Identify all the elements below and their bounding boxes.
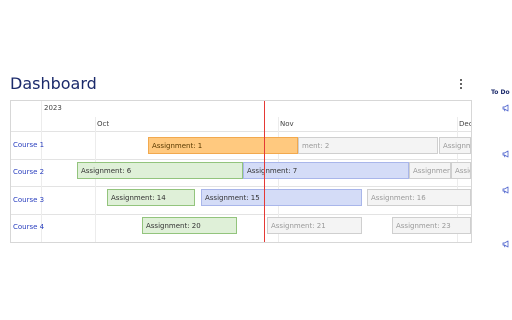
assignment-bar[interactable]: Assignment: 15	[201, 189, 362, 206]
assignment-bar[interactable]: Assignment: 6	[77, 162, 243, 179]
row-label-course-1[interactable]: Course 1	[13, 141, 44, 149]
assignment-bar[interactable]: Assignment: 7	[243, 162, 409, 179]
assignment-bar[interactable]: ment: 2	[298, 137, 438, 154]
assignment-bar[interactable]: Assignm	[439, 137, 471, 154]
month-label-dec: Dec	[459, 120, 472, 128]
row-label-course-2[interactable]: Course 2	[13, 168, 44, 176]
month-label-oct: Oct	[97, 120, 110, 128]
row-divider	[11, 214, 471, 215]
megaphone-icon[interactable]	[502, 150, 510, 158]
assignment-bar[interactable]: Assignment: 1	[148, 137, 298, 154]
assignment-bar[interactable]: Assignment: 16	[367, 189, 471, 206]
page-title: Dashboard	[10, 74, 97, 93]
megaphone-icon[interactable]	[502, 186, 510, 194]
month-label-nov: Nov	[280, 120, 294, 128]
assignment-bar[interactable]: Assignment:	[409, 162, 451, 179]
year-label: 2023	[44, 104, 62, 112]
gantt-chart: 2023 Oct Nov Dec Course 1 Course 2 Cours…	[10, 100, 472, 243]
megaphone-icon[interactable]	[502, 104, 510, 112]
header-divider	[11, 131, 471, 132]
assignment-bar[interactable]: Assignment: 20	[142, 217, 237, 234]
assignment-bar[interactable]: Assignment: 23	[392, 217, 471, 234]
month-gridline	[95, 117, 96, 242]
assignment-bar[interactable]: Assig	[451, 162, 471, 179]
assignment-bar[interactable]: Assignment: 21	[267, 217, 362, 234]
kebab-menu-icon[interactable]	[456, 78, 466, 92]
todo-heading: To Do	[491, 89, 510, 96]
today-marker	[264, 101, 265, 242]
row-divider	[11, 159, 471, 160]
row-divider	[11, 186, 471, 187]
row-label-course-3[interactable]: Course 3	[13, 196, 44, 204]
assignment-bar[interactable]: Assignment: 14	[107, 189, 195, 206]
row-label-course-4[interactable]: Course 4	[13, 223, 44, 231]
megaphone-icon[interactable]	[502, 240, 510, 248]
